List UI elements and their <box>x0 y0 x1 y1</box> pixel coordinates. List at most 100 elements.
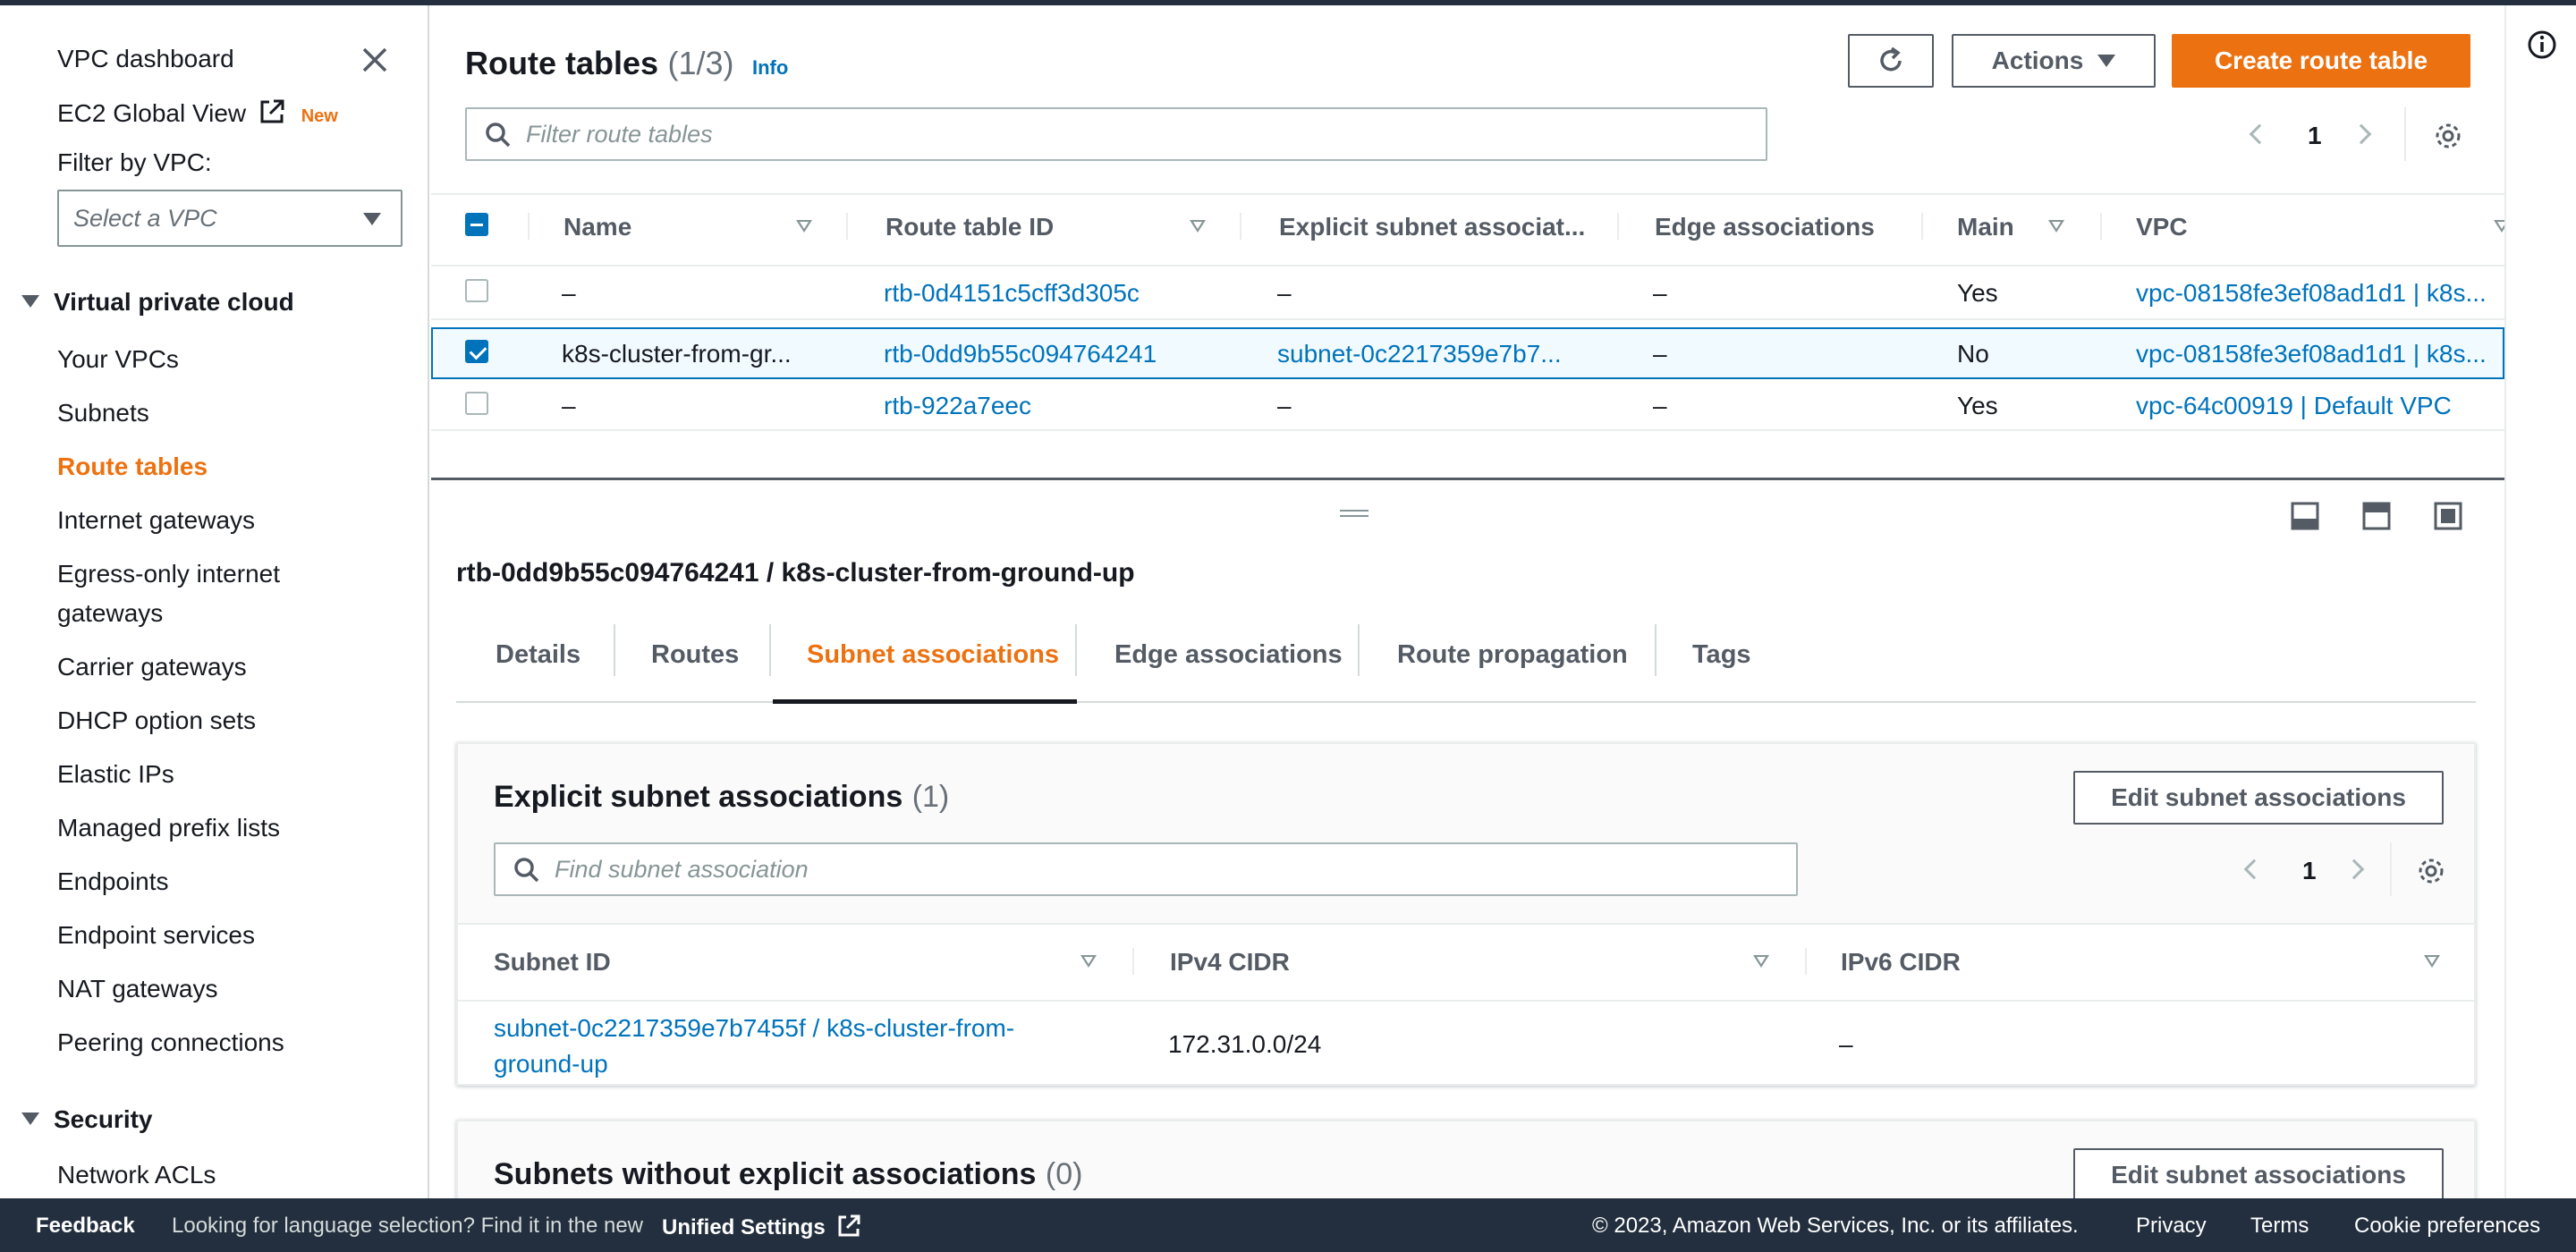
column-header-name[interactable]: Name <box>564 213 631 241</box>
settings-gear-icon[interactable] <box>2415 855 2447 887</box>
column-header-ipv6-cidr[interactable]: IPv6 CIDR <box>1841 948 1961 977</box>
tab-routes[interactable]: Routes <box>651 640 739 670</box>
sidebar-item-dhcp-option-sets[interactable]: DHCP option sets <box>57 701 256 740</box>
sidebar-item-nat-gateways[interactable]: NAT gateways <box>57 969 217 1009</box>
tab-edge-associations[interactable]: Edge associations <box>1114 640 1343 670</box>
sidebar-item-endpoints[interactable]: Endpoints <box>57 862 169 901</box>
detail-title: rtb-0dd9b55c094764241 / k8s-cluster-from… <box>456 558 1135 588</box>
tab-subnet-associations[interactable]: Subnet associations <box>807 640 1059 670</box>
find-subnet-association-input[interactable]: Find subnet association <box>494 842 1798 896</box>
column-divider <box>846 213 848 240</box>
row-route-table-id[interactable]: rtb-922a7eec <box>884 392 1224 420</box>
row-checkbox[interactable] <box>465 392 488 415</box>
sidebar-item-network-acls[interactable]: Network ACLs <box>57 1155 216 1195</box>
column-header-subnet-id[interactable]: Subnet ID <box>494 948 611 977</box>
terms-link[interactable]: Terms <box>2250 1214 2309 1239</box>
main-content: Route tables (1/3) Info Actions Create r… <box>431 5 2510 1229</box>
row-vpc[interactable]: vpc-08158fe3ef08ad1d1 | k8s... <box>2136 340 2501 368</box>
sort-icon[interactable] <box>2424 955 2440 968</box>
pager-divider <box>2404 107 2406 161</box>
row-route-table-id[interactable]: rtb-0d4151c5cff3d305c <box>884 279 1224 308</box>
filter-route-tables-placeholder: Filter route tables <box>526 120 713 148</box>
unified-settings-link[interactable]: Unified Settings <box>662 1214 861 1240</box>
column-header-edge-associations[interactable]: Edge associations <box>1655 213 1875 241</box>
close-icon[interactable] <box>361 47 388 73</box>
row-explicit-subnet[interactable]: subnet-0c2217359e7b7... <box>1277 340 1599 368</box>
search-icon <box>514 858 539 883</box>
subnet-link[interactable]: subnet-0c2217359e7b7455f / k8s-cluster-f… <box>494 1011 1014 1082</box>
tab-divider <box>769 624 771 676</box>
sidebar-item-route-tables[interactable]: Route tables <box>57 447 208 486</box>
row-main: Yes <box>1957 392 1998 419</box>
info-icon[interactable] <box>2526 29 2558 61</box>
sort-icon[interactable] <box>796 220 812 233</box>
ec2-global-view-label: EC2 Global View <box>57 99 247 127</box>
tab-tags[interactable]: Tags <box>1692 640 1751 670</box>
sidebar-item-endpoint-services[interactable]: Endpoint services <box>57 916 255 955</box>
sidebar-item-subnets[interactable]: Subnets <box>57 393 149 433</box>
page-number[interactable]: 1 <box>2302 857 2317 885</box>
section-virtual-private-cloud[interactable]: Virtual private cloud <box>21 288 294 317</box>
settings-gear-icon[interactable] <box>2432 120 2464 152</box>
caret-down-icon <box>363 213 381 225</box>
row-route-table-id[interactable]: rtb-0dd9b55c094764241 <box>884 340 1224 368</box>
tab-details[interactable]: Details <box>496 640 580 670</box>
sidebar-item-carrier-gateways[interactable]: Carrier gateways <box>57 647 247 687</box>
tab-route-propagation[interactable]: Route propagation <box>1397 640 1628 670</box>
right-tools-rail <box>2504 5 2576 1198</box>
feedback-link[interactable]: Feedback <box>36 1214 135 1239</box>
sidebar: VPC dashboard EC2 Global View New Filter… <box>0 5 429 1198</box>
row-vpc[interactable]: vpc-08158fe3ef08ad1d1 | k8s... <box>2136 279 2504 308</box>
row-checkbox[interactable] <box>465 340 488 363</box>
sidebar-item-peering-connections[interactable]: Peering connections <box>57 1023 284 1062</box>
implicit-panel-title: Subnets without explicit associations (0… <box>494 1157 1082 1192</box>
edit-subnet-associations-button[interactable]: Edit subnet associations <box>2073 771 2444 825</box>
column-header-ipv4-cidr[interactable]: IPv4 CIDR <box>1170 948 1290 977</box>
panel-maximize-icon[interactable] <box>2433 501 2463 531</box>
row-name: – <box>562 392 576 419</box>
edit-subnet-associations-button[interactable]: Edit subnet associations <box>2073 1148 2444 1202</box>
select-all-checkbox[interactable] <box>465 213 488 236</box>
subnet-link-line2: ground-up <box>494 1050 608 1078</box>
sidebar-vpc-dashboard[interactable]: VPC dashboard <box>57 45 234 73</box>
tab-divider <box>1358 624 1360 676</box>
sort-icon[interactable] <box>1190 220 1206 233</box>
column-header-main[interactable]: Main <box>1957 213 2014 241</box>
create-route-table-button[interactable]: Create route table <box>2172 34 2470 88</box>
sidebar-item-managed-prefix-lists[interactable]: Managed prefix lists <box>57 808 280 848</box>
filter-route-tables-input[interactable]: Filter route tables <box>465 107 1767 161</box>
sort-icon[interactable] <box>2048 220 2064 233</box>
sort-icon[interactable] <box>1080 955 1097 968</box>
section-security[interactable]: Security <box>21 1105 153 1134</box>
row-checkbox[interactable] <box>465 279 488 302</box>
next-page-icon[interactable] <box>2351 123 2372 145</box>
sidebar-item-egress-only-gateways-line2[interactable]: gateways <box>57 594 163 633</box>
sidebar-item-internet-gateways[interactable]: Internet gateways <box>57 501 255 540</box>
split-panel-divider[interactable] <box>431 478 2504 480</box>
table-top-border <box>431 193 2504 195</box>
sidebar-item-your-vpcs[interactable]: Your VPCs <box>57 340 179 379</box>
vpc-select[interactable]: Select a VPC <box>57 190 402 247</box>
info-link[interactable]: Info <box>752 56 788 79</box>
cookie-preferences-link[interactable]: Cookie preferences <box>2354 1214 2540 1239</box>
column-header-route-table-id[interactable]: Route table ID <box>886 213 1054 241</box>
row-vpc[interactable]: vpc-64c00919 | Default VPC <box>2136 392 2504 420</box>
actions-button[interactable]: Actions <box>1952 34 2156 88</box>
panel-bottom-icon[interactable] <box>2290 501 2320 531</box>
sidebar-item-egress-only-gateways[interactable]: Egress-only internet <box>57 554 280 594</box>
refresh-button[interactable] <box>1848 34 1934 88</box>
column-header-explicit-subnet[interactable]: Explicit subnet associat... <box>1279 213 1585 241</box>
prev-page-icon[interactable] <box>2249 123 2270 145</box>
tabs-underline <box>456 701 2476 703</box>
row-divider <box>458 1000 2474 1002</box>
filter-by-vpc-label: Filter by VPC: <box>57 148 212 176</box>
column-header-vpc[interactable]: VPC <box>2136 213 2188 241</box>
sidebar-ec2-global-view[interactable]: EC2 Global View New <box>57 98 338 128</box>
sort-icon[interactable] <box>1753 955 1769 968</box>
sidebar-item-elastic-ips[interactable]: Elastic IPs <box>57 755 174 794</box>
panel-side-icon[interactable] <box>2361 501 2392 531</box>
page-number[interactable]: 1 <box>2308 122 2322 150</box>
resize-handle[interactable] <box>1340 510 1368 512</box>
column-divider <box>1921 213 1923 240</box>
privacy-link[interactable]: Privacy <box>2136 1214 2207 1239</box>
